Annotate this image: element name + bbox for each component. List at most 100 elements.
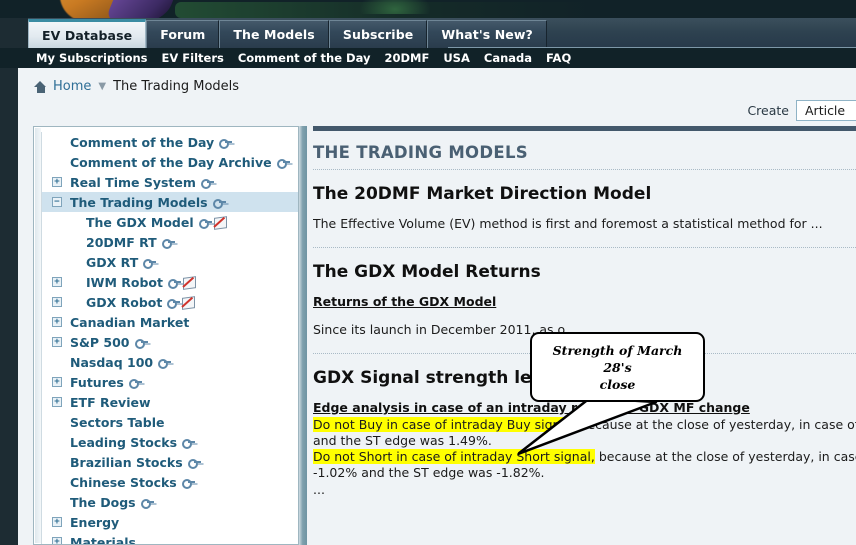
- edge-line-2: and the ST edge was 1.49%.: [313, 433, 492, 448]
- expand-icon[interactable]: +: [52, 517, 62, 527]
- sidebar-item-sectors-table[interactable]: Sectors Table: [42, 412, 303, 432]
- site-banner: [0, 0, 856, 18]
- sidebar-item-20dmf-rt[interactable]: 20DMF RT: [42, 232, 303, 252]
- sidebar-item-s-p-500[interactable]: + S&P 500: [42, 332, 303, 352]
- sidebar-item-etf-review[interactable]: + ETF Review: [42, 392, 303, 412]
- sidebar-item-the-gdx-model[interactable]: The GDX Model: [42, 212, 303, 232]
- sidebar-nav-list: Comment of the Day Comment of the Day Arc…: [41, 132, 303, 544]
- key-icon: [161, 238, 175, 249]
- sidebar-item-leading-stocks[interactable]: Leading Stocks: [42, 432, 303, 452]
- sidebar-item-iwm-robot[interactable]: + IWM Robot: [42, 272, 303, 292]
- section-heading-gdx-returns: The GDX Model Returns: [313, 262, 541, 282]
- annotation-callout: Strength of March 28's close: [530, 332, 705, 402]
- sidebar-item-chinese-stocks[interactable]: Chinese Stocks: [42, 472, 303, 492]
- sidebar-item-gdx-robot[interactable]: + GDX Robot: [42, 292, 303, 312]
- content-ellipsis: ...: [313, 482, 325, 497]
- subnav-item-20dmf[interactable]: 20DMF: [384, 51, 429, 65]
- sidebar-item-label: GDX RT: [86, 254, 139, 270]
- sidebar-item-label: Sectors Table: [70, 414, 165, 430]
- breadcrumb: Home ▼ The Trading Models: [34, 79, 239, 94]
- callout-text: Strength of March 28's close: [532, 342, 703, 393]
- sidebar-item-futures[interactable]: + Futures: [42, 372, 303, 392]
- key-icon: [219, 138, 233, 149]
- tab-the-models[interactable]: The Models: [219, 20, 329, 48]
- subnav-item-faq[interactable]: FAQ: [546, 51, 571, 65]
- key-icon: [158, 358, 172, 369]
- sidebar-panel: Comment of the Day Comment of the Day Arc…: [33, 126, 307, 545]
- sidebar-item-the-dogs[interactable]: The Dogs: [42, 492, 303, 512]
- returns-of-gdx-model-link[interactable]: Returns of the GDX Model: [313, 294, 496, 309]
- sidebar-item-energy[interactable]: + Energy: [42, 512, 303, 532]
- sidebar-item-materials[interactable]: + Materials: [42, 532, 303, 544]
- tab-subscribe[interactable]: Subscribe: [328, 20, 428, 48]
- edge-analysis-title: Edge analysis in case of an intraday rea…: [313, 400, 750, 415]
- sidebar-item-label: Real Time System: [70, 174, 196, 190]
- expand-icon[interactable]: +: [52, 337, 62, 347]
- restricted-book-icon: [182, 296, 195, 308]
- sidebar-item-label: Canadian Market: [70, 314, 190, 330]
- expand-icon[interactable]: +: [52, 277, 62, 287]
- divider-2: [313, 247, 856, 248]
- banner-graphic-purple: [103, 0, 181, 18]
- expand-icon[interactable]: +: [52, 377, 62, 387]
- left-rail: [0, 68, 18, 545]
- sidebar-item-label: The Trading Models: [70, 194, 208, 210]
- create-control: Create Article: [747, 100, 856, 121]
- edge-line-1-highlight: Do not Buy in case of intraday Buy signa…: [313, 417, 576, 432]
- tab-forum[interactable]: Forum: [146, 20, 220, 48]
- sidebar-scrollbar[interactable]: [298, 126, 307, 545]
- callout-line-2: close: [599, 376, 636, 392]
- sidebar-item-label: ETF Review: [70, 394, 151, 410]
- subnav-item-ev-filters[interactable]: EV Filters: [162, 51, 224, 65]
- sidebar-item-label: S&P 500: [70, 334, 130, 350]
- sidebar-item-label: The Dogs: [70, 494, 136, 510]
- sidebar-item-label: Energy: [70, 514, 120, 530]
- expand-icon[interactable]: +: [52, 397, 62, 407]
- sidebar-item-real-time-system[interactable]: + Real Time System: [42, 172, 303, 192]
- edge-line-1-rest: because at the close of yesterday, in ca…: [579, 417, 856, 432]
- sidebar-item-nasdaq-100[interactable]: Nasdaq 100: [42, 352, 303, 372]
- expand-icon[interactable]: +: [52, 537, 62, 544]
- edge-line-3: Do not Short in case of intraday Short s…: [313, 449, 856, 464]
- collapse-icon[interactable]: −: [52, 197, 62, 207]
- edge-line-1: Do not Buy in case of intraday Buy signa…: [313, 417, 856, 432]
- sidebar-item-label: Brazilian Stocks: [70, 454, 183, 470]
- expand-icon[interactable]: +: [52, 177, 62, 187]
- key-icon: [187, 458, 201, 469]
- key-icon: [181, 478, 195, 489]
- expand-icon[interactable]: +: [52, 317, 62, 327]
- key-icon: [276, 158, 290, 169]
- create-type-select[interactable]: Article: [796, 100, 856, 121]
- sidebar-item-label: Comment of the Day Archive: [70, 154, 272, 170]
- breadcrumb-home-link[interactable]: Home: [53, 79, 91, 94]
- subnav-item-canada[interactable]: Canada: [484, 51, 532, 65]
- create-label: Create: [747, 103, 789, 118]
- sidebar-item-the-trading-models[interactable]: − The Trading Models: [42, 192, 303, 212]
- restricted-book-icon: [214, 216, 227, 228]
- tab-bar-left-pad: [0, 18, 28, 48]
- tab-bar-filler: [448, 18, 856, 48]
- key-icon: [167, 278, 181, 289]
- subnav-item-my-subscriptions[interactable]: My Subscriptions: [36, 51, 148, 65]
- sidebar-item-label: Leading Stocks: [70, 434, 178, 450]
- sidebar-item-comment-of-the-day-archive[interactable]: Comment of the Day Archive: [42, 152, 303, 172]
- key-icon: [182, 438, 196, 449]
- sidebar-item-label: GDX Robot: [86, 294, 163, 310]
- sidebar-item-label: 20DMF RT: [86, 234, 157, 250]
- sidebar-item-gdx-rt[interactable]: GDX RT: [42, 252, 303, 272]
- key-icon: [198, 218, 212, 229]
- sidebar-item-brazilian-stocks[interactable]: Brazilian Stocks: [42, 452, 303, 472]
- tab-ev-database[interactable]: EV Database: [28, 19, 147, 48]
- sidebar-item-label: Chinese Stocks: [70, 474, 177, 490]
- key-icon: [143, 258, 157, 269]
- sidebar-item-comment-of-the-day[interactable]: Comment of the Day: [42, 132, 303, 152]
- expand-icon[interactable]: +: [52, 297, 62, 307]
- key-icon: [200, 178, 214, 189]
- subnav-item-comment-of-the-day[interactable]: Comment of the Day: [238, 51, 371, 65]
- key-icon: [134, 338, 148, 349]
- subnav-item-usa[interactable]: USA: [443, 51, 470, 65]
- sidebar-item-canadian-market[interactable]: + Canadian Market: [42, 312, 303, 332]
- key-icon: [167, 298, 181, 309]
- breadcrumb-separator-icon: ▼: [98, 81, 107, 92]
- key-icon: [212, 198, 226, 209]
